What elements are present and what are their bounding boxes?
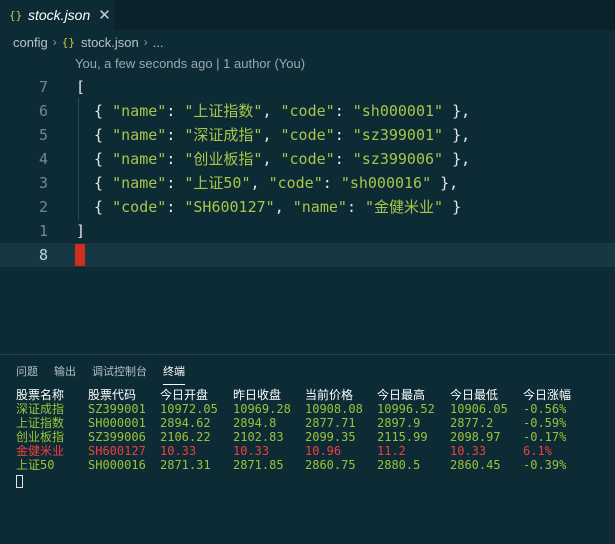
line-number: 7 xyxy=(38,78,48,96)
header-cell: 股票代码 xyxy=(88,388,137,402)
terminal-cell: 10996.52 xyxy=(377,402,435,416)
tab-label: stock.json xyxy=(28,7,91,23)
terminal-cell: 10.33 xyxy=(450,444,487,458)
chevron-right-icon: › xyxy=(52,35,57,49)
tab-output[interactable]: 输出 xyxy=(54,363,76,385)
json-file-icon: {} xyxy=(9,8,23,22)
terminal-cell: 2894.62 xyxy=(160,416,211,430)
terminal-cell: 创业板指 xyxy=(16,430,65,444)
line-number: 4 xyxy=(38,150,48,168)
terminal-cell: 2099.35 xyxy=(305,430,356,444)
code-text: [ xyxy=(76,78,86,96)
code-line[interactable]: 7 [ xyxy=(0,75,615,99)
terminal-cell: 2877.2 xyxy=(450,416,494,430)
line-number: 3 xyxy=(38,174,48,192)
terminal-cell: 10.33 xyxy=(233,444,270,458)
terminal-cell: 10969.28 xyxy=(233,402,291,416)
terminal-cell: 金健米业 xyxy=(16,444,65,458)
terminal-cell: 上证指数 xyxy=(16,416,65,430)
code-text: { "name": "上证50", "code": "sh000016" }, xyxy=(76,174,459,192)
terminal-cell: 2894.8 xyxy=(233,416,277,430)
terminal-cell: 11.2 xyxy=(377,444,406,458)
line-number: 8 xyxy=(38,246,48,264)
tab-stock-json[interactable]: {} stock.json ✕ xyxy=(0,0,114,30)
terminal-cell: 10972.05 xyxy=(160,402,218,416)
terminal-cell: SZ399006 xyxy=(88,430,146,444)
panel-tabs: 问题 输出 调试控制台 终端 xyxy=(0,363,185,385)
line-number: 1 xyxy=(38,222,48,240)
line-number: 2 xyxy=(38,198,48,216)
terminal-cell: 10908.08 xyxy=(305,402,363,416)
code-line[interactable]: 6 { "name": "上证指数", "code": "sh000001" }… xyxy=(0,99,615,123)
terminal-cell: 2860.75 xyxy=(305,458,356,472)
terminal-cell: SH600127 xyxy=(88,444,146,458)
terminal-cell: 10906.05 xyxy=(450,402,508,416)
terminal-cursor xyxy=(16,475,23,488)
terminal-cell: -0.39% xyxy=(523,458,567,472)
code-text: { "name": "上证指数", "code": "sh000001" }, xyxy=(76,102,471,120)
code-text: ] xyxy=(76,222,86,240)
terminal-cell: 深证成指 xyxy=(16,402,65,416)
header-cell: 今日涨幅 xyxy=(523,388,572,402)
terminal-cell: -0.59% xyxy=(523,416,567,430)
code-line[interactable]: 4 { "name": "创业板指", "code": "sz399006" }… xyxy=(0,147,615,171)
header-cell: 今日最低 xyxy=(450,388,499,402)
breadcrumb-folder[interactable]: config xyxy=(13,35,48,50)
terminal-cell: 10.96 xyxy=(305,444,342,458)
tab-problems[interactable]: 问题 xyxy=(16,363,38,385)
terminal-cell: 2106.22 xyxy=(160,430,211,444)
code-text: { "name": "深证成指", "code": "sz399001" }, xyxy=(76,126,471,144)
editor-tab-bar: {} stock.json ✕ xyxy=(0,0,615,30)
terminal-cell: 2102.83 xyxy=(233,430,284,444)
header-cell: 昨日收盘 xyxy=(233,388,282,402)
code-line[interactable]: 2 { "code": "SH600127", "name": "金健米业" } xyxy=(0,195,615,219)
terminal-cell: 2871.31 xyxy=(160,458,211,472)
text-cursor xyxy=(75,244,85,266)
code-text: { "name": "创业板指", "code": "sz399006" }, xyxy=(76,150,471,168)
terminal-cell: 6.1% xyxy=(523,444,552,458)
terminal-cell: SH000016 xyxy=(88,458,146,472)
terminal-cell: 2871.85 xyxy=(233,458,284,472)
tab-debug-console[interactable]: 调试控制台 xyxy=(92,363,147,385)
line-number: 6 xyxy=(38,102,48,120)
header-cell: 今日最高 xyxy=(377,388,426,402)
code-line[interactable]: 5 { "name": "深证成指", "code": "sz399001" }… xyxy=(0,123,615,147)
header-cell: 当前价格 xyxy=(305,388,354,402)
line-number: 5 xyxy=(38,126,48,144)
breadcrumb-more[interactable]: ... xyxy=(153,35,164,50)
terminal-cell: 2115.99 xyxy=(377,430,428,444)
terminal-cell: SH000001 xyxy=(88,416,146,430)
terminal-cell: 2098.97 xyxy=(450,430,501,444)
breadcrumb: config › {} stock.json › ... xyxy=(13,33,164,51)
git-blame-annotation[interactable]: You, a few seconds ago | 1 author (You) xyxy=(75,56,305,71)
terminal-cell: -0.17% xyxy=(523,430,567,444)
tab-terminal[interactable]: 终端 xyxy=(163,363,185,385)
chevron-right-icon: › xyxy=(143,35,148,49)
terminal-cell: 10.33 xyxy=(160,444,197,458)
code-line[interactable]: 3 { "name": "上证50", "code": "sh000016" }… xyxy=(0,171,615,195)
terminal-cell: -0.56% xyxy=(523,402,567,416)
code-line[interactable]: 1 ] xyxy=(0,219,615,243)
terminal-cell: 上证50 xyxy=(16,458,55,472)
header-cell: 股票名称 xyxy=(16,388,65,402)
terminal-cell: SZ399001 xyxy=(88,402,146,416)
json-file-icon: {} xyxy=(61,35,75,49)
terminal-cell: 2880.5 xyxy=(377,458,421,472)
breadcrumb-file[interactable]: stock.json xyxy=(81,35,139,50)
code-text: { "code": "SH600127", "name": "金健米业" } xyxy=(76,198,462,216)
close-icon[interactable]: ✕ xyxy=(98,6,111,24)
terminal-cell: 2897.9 xyxy=(377,416,421,430)
header-cell: 今日开盘 xyxy=(160,388,209,402)
code-line-active[interactable]: 8 xyxy=(0,243,615,267)
terminal-cell: 2860.45 xyxy=(450,458,501,472)
terminal-cell: 2877.71 xyxy=(305,416,356,430)
